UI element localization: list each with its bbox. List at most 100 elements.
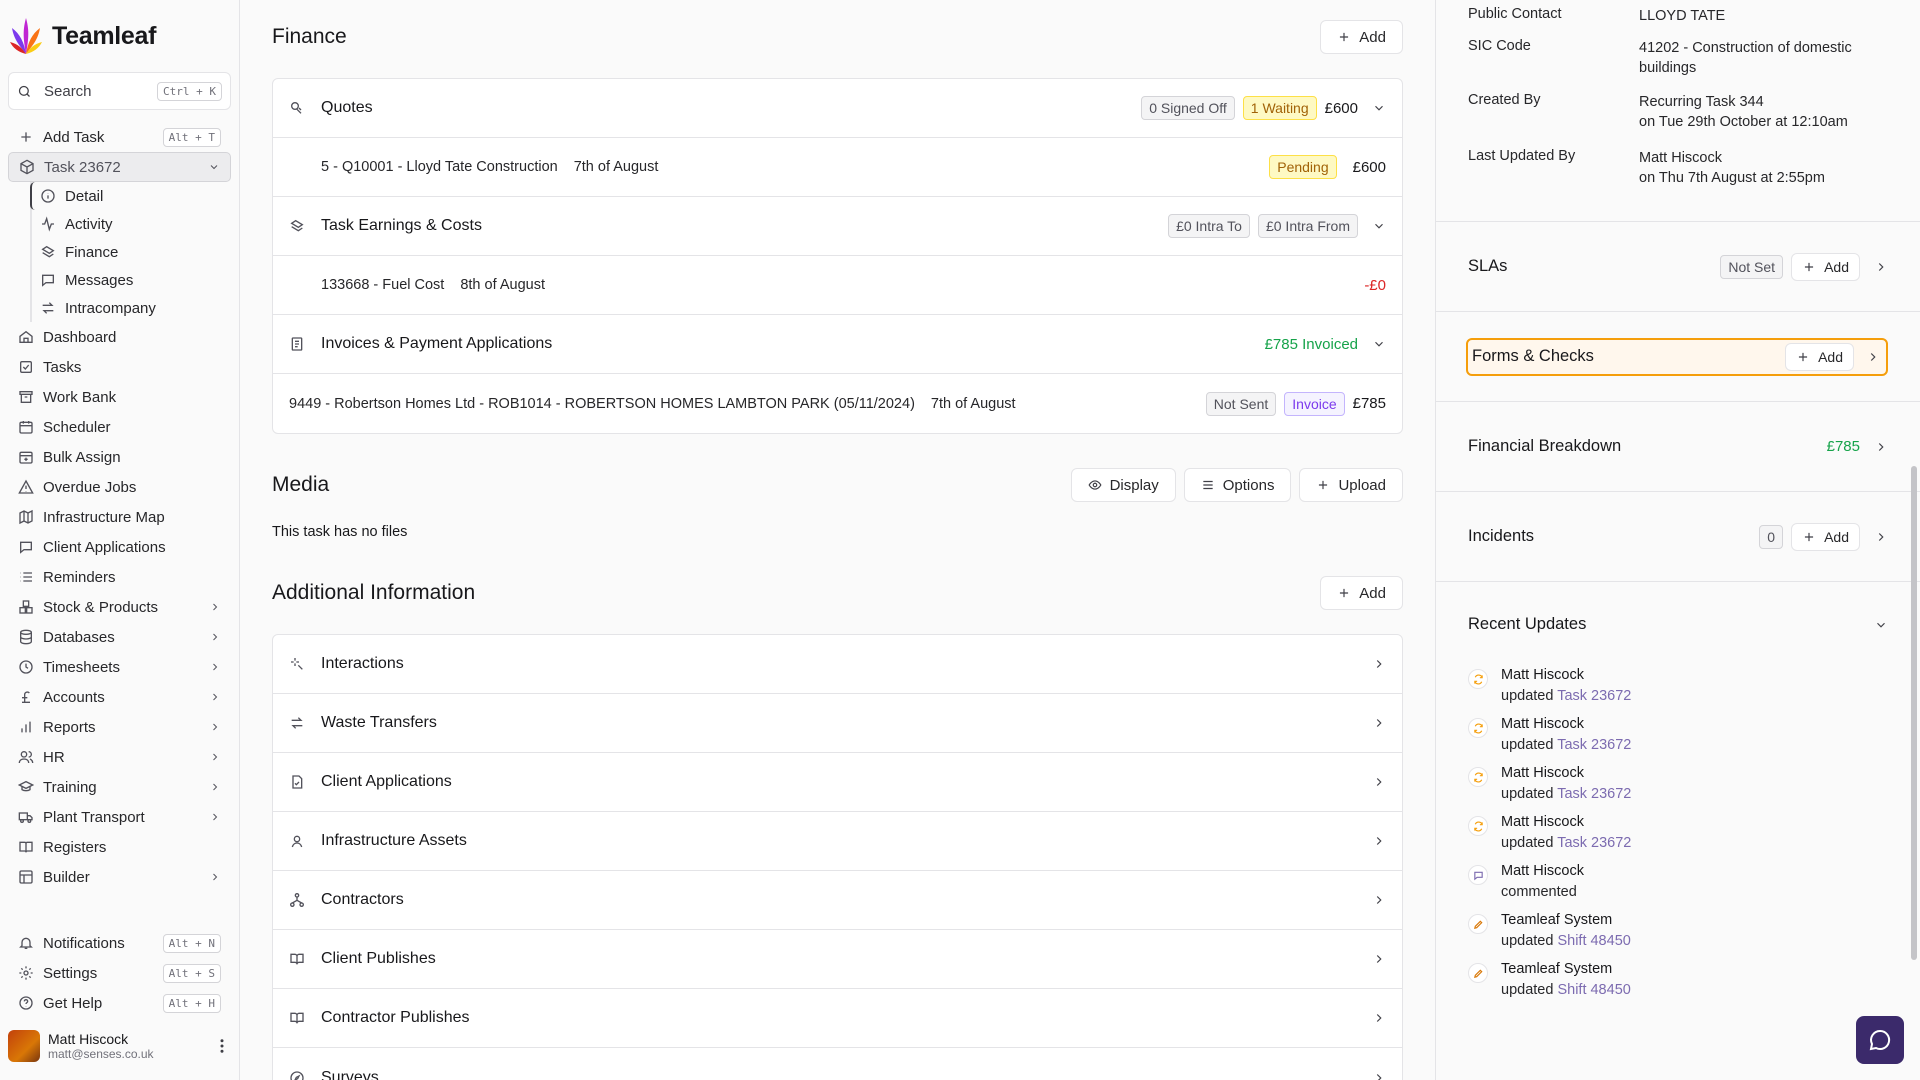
forms-checks-item[interactable]: Forms & Checks Add bbox=[1466, 337, 1888, 376]
plus-icon bbox=[1340, 32, 1349, 42]
compass-icon bbox=[290, 1070, 304, 1080]
sidebar-item-bulk-assign[interactable]: Bulk Assign bbox=[8, 442, 231, 472]
earnings-row[interactable]: Task Earnings & Costs £0 Intra To £0 Int… bbox=[273, 197, 1402, 256]
invoices-row[interactable]: Invoices & Payment Applications £785 Inv… bbox=[273, 315, 1402, 374]
chevron-down-icon[interactable] bbox=[208, 161, 220, 173]
sidebar-item-label: Overdue Jobs bbox=[43, 478, 137, 496]
subnav-detail[interactable]: Detail bbox=[30, 182, 231, 210]
teamleaf-logo-icon bbox=[10, 18, 42, 54]
sidebar-item-timesheets[interactable]: Timesheets bbox=[8, 652, 231, 682]
sidebar-item-task[interactable]: Task 23672 bbox=[8, 152, 231, 182]
invoices-title: Invoices & Payment Applications bbox=[321, 335, 553, 352]
user-profile[interactable]: Matt Hiscock matt@senses.co.uk bbox=[8, 1030, 231, 1062]
incidents-add-button[interactable]: Add bbox=[1791, 522, 1860, 551]
sidebar-item-tasks[interactable]: Tasks bbox=[8, 352, 231, 382]
chevron-right-icon[interactable] bbox=[1874, 260, 1888, 274]
additional-item-interactions[interactable]: Interactions bbox=[273, 635, 1402, 694]
update-target-link[interactable]: Shift 48450 bbox=[1557, 933, 1630, 949]
sidebar-item-stock-products[interactable]: Stock & Products bbox=[8, 592, 231, 622]
financial-breakdown-row[interactable]: Financial Breakdown £785 bbox=[1436, 401, 1920, 491]
additional-item-contractor-publishes[interactable]: Contractor Publishes bbox=[273, 989, 1402, 1048]
chevron-right-icon[interactable] bbox=[1874, 530, 1888, 544]
chevron-down-icon[interactable] bbox=[1372, 101, 1386, 115]
subnav-finance[interactable]: Finance bbox=[32, 238, 231, 266]
sidebar-item-reminders[interactable]: Reminders bbox=[8, 562, 231, 592]
additional-item-waste-transfers[interactable]: Waste Transfers bbox=[273, 694, 1402, 753]
sidebar-item-add-task[interactable]: Add Task Alt + T bbox=[8, 122, 231, 152]
database-icon bbox=[20, 629, 32, 645]
chat-button[interactable] bbox=[1856, 1016, 1904, 1064]
update-item: Matt Hiscock updated Task 23672 bbox=[1436, 765, 1920, 802]
sidebar-item-builder[interactable]: Builder bbox=[8, 862, 231, 892]
subnav-activity[interactable]: Activity bbox=[32, 210, 231, 238]
intra-to-badge: £0 Intra To bbox=[1168, 214, 1250, 238]
cost-item-row[interactable]: 133668 - Fuel Cost 8th of August -£0 bbox=[273, 256, 1402, 315]
sidebar-item-label: Accounts bbox=[43, 688, 105, 706]
quotes-title: Quotes bbox=[321, 99, 373, 116]
upload-button[interactable]: Upload bbox=[1299, 468, 1403, 502]
chevron-down-icon[interactable] bbox=[1372, 219, 1386, 233]
pencil-icon bbox=[1473, 968, 1483, 978]
sidebar-item-dashboard[interactable]: Dashboard bbox=[8, 322, 231, 352]
sidebar-item-work-bank[interactable]: Work Bank bbox=[8, 382, 231, 412]
sidebar-item-label: Settings bbox=[43, 964, 98, 982]
recent-updates-header[interactable]: Recent Updates bbox=[1436, 581, 1920, 667]
sidebar-item-training[interactable]: Training bbox=[8, 772, 231, 802]
sidebar-item-databases[interactable]: Databases bbox=[8, 622, 231, 652]
invoice-item-row[interactable]: 9449 - Robertson Homes Ltd - ROB1014 - R… bbox=[273, 374, 1402, 433]
update-target-link[interactable]: Task 23672 bbox=[1557, 835, 1631, 851]
chevron-right-icon[interactable] bbox=[1874, 440, 1888, 454]
sidebar-item-get-help[interactable]: Get Help Alt + H bbox=[8, 988, 231, 1018]
search-box[interactable]: Search Ctrl + K bbox=[8, 72, 231, 110]
options-button[interactable]: Options bbox=[1183, 468, 1292, 502]
button-label: Display bbox=[1109, 476, 1159, 494]
update-verb: updated bbox=[1501, 835, 1554, 851]
chevron-down-icon[interactable] bbox=[1372, 337, 1386, 351]
forms-add-button[interactable]: Add bbox=[1785, 342, 1854, 371]
gear-icon bbox=[19, 966, 33, 980]
sidebar-item-scheduler[interactable]: Scheduler bbox=[8, 412, 231, 442]
additional-add-button[interactable]: Add bbox=[1320, 576, 1403, 610]
more-vertical-icon[interactable] bbox=[213, 1037, 231, 1055]
sidebar-item-hr[interactable]: HR bbox=[8, 742, 231, 772]
sidebar-item-plant-transport[interactable]: Plant Transport bbox=[8, 802, 231, 832]
update-target-link[interactable]: Task 23672 bbox=[1557, 737, 1631, 753]
chevron-right-icon[interactable] bbox=[1866, 350, 1880, 364]
display-button[interactable]: Display bbox=[1070, 468, 1176, 502]
sidebar-item-client-applications[interactable]: Client Applications bbox=[8, 532, 231, 562]
update-author: Matt Hiscock bbox=[1501, 863, 1584, 879]
sidebar-item-overdue-jobs[interactable]: Overdue Jobs bbox=[8, 472, 231, 502]
slas-row[interactable]: SLAs Not Set Add bbox=[1436, 221, 1920, 311]
sla-add-button[interactable]: Add bbox=[1791, 252, 1860, 281]
sidebar-item-accounts[interactable]: Accounts bbox=[8, 682, 231, 712]
menu-icon bbox=[1203, 480, 1213, 490]
subnav-messages[interactable]: Messages bbox=[32, 266, 231, 294]
additional-item-client-applications[interactable]: Client Applications bbox=[273, 753, 1402, 812]
incidents-row[interactable]: Incidents 0 Add bbox=[1436, 491, 1920, 581]
sidebar-item-reports[interactable]: Reports bbox=[8, 712, 231, 742]
plus-icon bbox=[21, 132, 31, 142]
brand[interactable]: Teamleaf bbox=[8, 0, 231, 72]
quotes-row[interactable]: Quotes 0 Signed Off 1 Waiting £600 bbox=[273, 79, 1402, 138]
finance-add-button[interactable]: Add bbox=[1320, 20, 1403, 54]
additional-item-infrastructure-assets[interactable]: Infrastructure Assets bbox=[273, 812, 1402, 871]
additional-item-client-publishes[interactable]: Client Publishes bbox=[273, 930, 1402, 989]
subnav-intracompany[interactable]: Intracompany bbox=[32, 294, 231, 322]
sidebar-item-settings[interactable]: Settings Alt + S bbox=[8, 958, 231, 988]
message-icon bbox=[42, 274, 54, 287]
subnav-label: Finance bbox=[65, 243, 119, 261]
update-target-link[interactable]: Shift 48450 bbox=[1557, 982, 1630, 998]
sidebar-item-notifications[interactable]: Notifications Alt + N bbox=[8, 928, 231, 958]
chevron-right-icon bbox=[213, 633, 218, 641]
additional-item-contractors[interactable]: Contractors bbox=[273, 871, 1402, 930]
chevron-down-icon[interactable] bbox=[1874, 618, 1888, 632]
update-target-link[interactable]: Task 23672 bbox=[1557, 688, 1631, 704]
update-item: Matt Hiscock updated Task 23672 bbox=[1436, 814, 1920, 851]
sidebar-item-registers[interactable]: Registers bbox=[8, 832, 231, 862]
quote-item-row[interactable]: 5 - Q10001 - Lloyd Tate Construction 7th… bbox=[273, 138, 1402, 197]
sidebar-item-infrastructure-map[interactable]: Infrastructure Map bbox=[8, 502, 231, 532]
scrollbar[interactable] bbox=[1911, 466, 1917, 960]
update-type-badge bbox=[1468, 816, 1488, 836]
update-target-link[interactable]: Task 23672 bbox=[1557, 786, 1631, 802]
additional-item-surveys[interactable]: Surveys bbox=[273, 1048, 1402, 1080]
